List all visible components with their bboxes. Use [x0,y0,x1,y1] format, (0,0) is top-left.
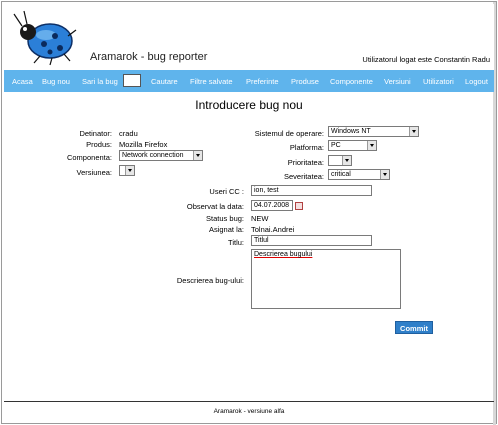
status-bug-label: Status bug: [206,214,244,223]
componenta-label: Componenta: [66,153,112,162]
asignat-value: Tolnai.Andrei [251,225,295,234]
calendar-icon[interactable] [295,202,303,210]
jump-to-bug-input[interactable] [123,74,141,87]
asignat-label: Asignat la: [208,225,244,234]
detinator-value: cradu [119,129,138,138]
nav-filtre-salvate[interactable]: Filtre salvate [190,77,233,86]
chevron-down-icon [367,141,376,150]
detinator-label: Detinator: [79,129,112,138]
nav-componente[interactable]: Componente [330,77,373,86]
titlu-input[interactable]: Titlul [251,235,372,246]
nav-sari-la-bug[interactable]: Sari la bug [82,77,118,86]
nav-acasa[interactable]: Acasa [12,77,33,86]
prioritatea-select[interactable] [328,155,352,166]
platforma-label: Platforma: [289,143,324,152]
observat-data-label: Observat la data: [186,202,244,211]
commit-button[interactable]: Commit [395,321,433,334]
status-bug-value: NEW [251,214,269,223]
componenta-select[interactable]: Network connection [119,150,203,161]
useri-cc-label: Useri CC : [209,187,244,196]
produs-label: Produs: [86,140,112,149]
main-navbar: Acasa Bug nou Sari la bug Cautare Filtre… [4,70,494,92]
sistem-operare-label: Sistemul de operare: [254,129,324,138]
versiunea-select[interactable] [119,165,135,176]
nav-produse[interactable]: Produse [291,77,319,86]
nav-preferinte[interactable]: Preferinte [246,77,279,86]
sistem-operare-select[interactable]: Windows NT [328,126,419,137]
sistem-operare-selected-value: Windows NT [331,128,371,135]
observat-data-input[interactable]: 04.07.2008 [251,200,293,211]
nav-cautare[interactable]: Cautare [151,77,178,86]
ladybug-logo-icon [13,10,77,66]
nav-bug-nou[interactable]: Bug nou [42,77,70,86]
nav-versiuni[interactable]: Versiuni [384,77,411,86]
platforma-selected-value: PC [331,142,341,149]
app-window: Aramarok - bug reporter Utilizatorul log… [1,1,497,425]
descriere-text: Descrierea bugului [254,251,313,258]
platforma-select[interactable]: PC [328,140,377,151]
chevron-down-icon [380,170,389,179]
nav-utilizatori[interactable]: Utilizatori [423,77,454,86]
severitatea-select[interactable]: critical [328,169,390,180]
produs-value: Mozilla Firefox [119,140,168,149]
logged-user-info: Utilizatorul logat este Constantin Radu [362,55,490,64]
severitatea-selected-value: critical [331,171,351,178]
chevron-down-icon [125,166,134,175]
descriere-label: Descrierea bug-ului: [176,276,244,285]
descriere-textarea[interactable]: Descrierea bugului [251,249,401,309]
useri-cc-input[interactable]: ion, test [251,185,372,196]
chevron-down-icon [342,156,351,165]
chevron-down-icon [193,151,202,160]
header: Aramarok - bug reporter Utilizatorul log… [4,4,494,70]
nav-logout[interactable]: Logout [465,77,488,86]
app-title: Aramarok - bug reporter [90,51,208,63]
versiunea-label: Versiunea: [76,168,112,177]
prioritatea-label: Prioritatea: [287,158,324,167]
titlu-label: Titlu: [228,238,244,247]
chevron-down-icon [409,127,418,136]
componenta-selected-value: Network connection [122,152,184,159]
page-title: Introducere bug nou [195,98,303,112]
severitatea-label: Severitatea: [283,172,324,181]
footer-divider [4,401,494,402]
footer-text: Aramarok - versiune alfa [213,408,285,415]
